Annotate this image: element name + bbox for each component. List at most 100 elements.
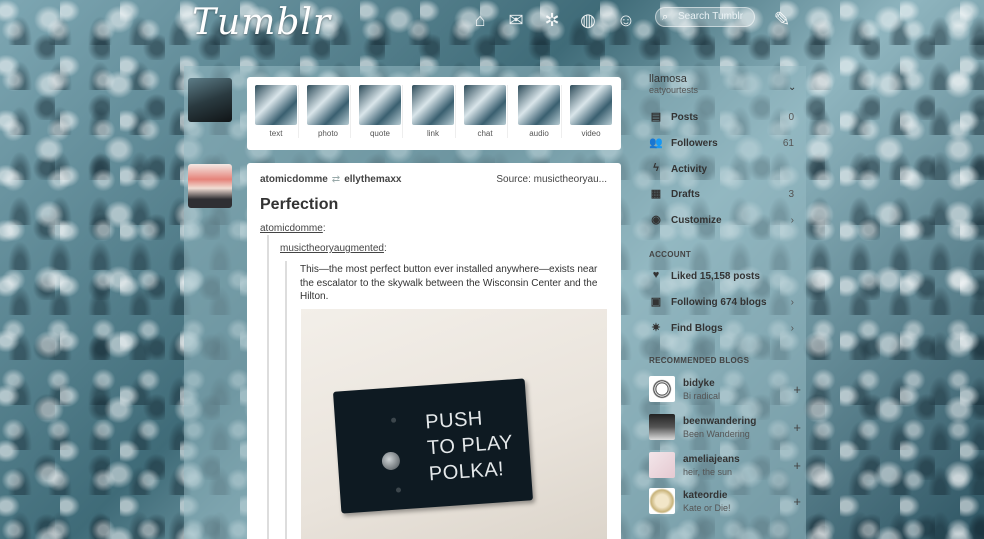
blog-name: kateordie bbox=[683, 490, 728, 501]
search-placeholder: Search Tumblr bbox=[678, 11, 744, 22]
post-card: atomicdomme ⇄ ellythemaxx Source: musicthe… bbox=[247, 163, 621, 539]
sidebar-item-activity[interactable]: ϟ Activity bbox=[640, 162, 800, 182]
quote-author-2: musictheoryaugmented: bbox=[280, 243, 387, 254]
compose-icon[interactable]: ✎ bbox=[772, 10, 792, 30]
sidebar-item-label: Posts bbox=[671, 112, 699, 123]
blog-tagline: Bi radical bbox=[683, 391, 721, 401]
post-type-label: text bbox=[269, 129, 283, 138]
quote-author-link[interactable]: atomicdomme bbox=[260, 223, 323, 234]
tumblr-logo[interactable]: Tumblr bbox=[192, 2, 331, 43]
heart-icon: ♥ bbox=[652, 269, 660, 281]
post-source-link[interactable]: Source: musictheoryau... bbox=[496, 174, 607, 185]
sidebar-item-count: 3 bbox=[788, 189, 794, 200]
sidebar-item-find-blogs[interactable]: ✷ Find Blogs › bbox=[640, 321, 800, 341]
sidebar-item-label: Customize bbox=[671, 215, 722, 226]
chevron-down-icon[interactable]: ⌄ bbox=[788, 82, 796, 93]
posts-icon: ▤ bbox=[650, 111, 662, 123]
blog-avatar bbox=[649, 414, 675, 440]
post-type-quote[interactable]: quote bbox=[358, 85, 403, 138]
blog-tagline: heir, the sun bbox=[683, 467, 733, 477]
find-blogs-icon: ✷ bbox=[651, 322, 661, 334]
sidebar-item-followers[interactable]: 👥 Followers 61 bbox=[640, 136, 800, 156]
quote-author: atomicdomme: bbox=[260, 223, 326, 234]
sidebar-item-customize[interactable]: ◉ Customize › bbox=[640, 213, 800, 233]
follow-plus-icon[interactable]: + bbox=[793, 458, 801, 473]
quote-type-icon bbox=[359, 85, 401, 125]
post-type-label: audio bbox=[529, 129, 549, 138]
sidebar-item-count: 61 bbox=[782, 138, 794, 149]
followers-icon: 👥 bbox=[649, 137, 663, 149]
blog-tagline: Kate or Die! bbox=[683, 503, 731, 513]
sidebar-item-label: Followers bbox=[671, 138, 718, 149]
polka-button-plate: PUSH TO PLAY POLKA! bbox=[332, 378, 534, 514]
activity-nav-icon[interactable]: ◍ bbox=[578, 10, 598, 30]
post-photo[interactable]: PUSH TO PLAY POLKA! bbox=[301, 309, 607, 539]
sidebar-item-label: Liked 15,158 posts bbox=[671, 271, 760, 282]
blog-avatar bbox=[649, 488, 675, 514]
plate-line-3: POLKA! bbox=[428, 458, 505, 486]
sidebar-item-label: Activity bbox=[671, 164, 708, 175]
post-author-link[interactable]: atomicdomme bbox=[260, 174, 328, 185]
follow-plus-icon[interactable]: + bbox=[793, 494, 801, 509]
audio-type-icon bbox=[518, 85, 560, 125]
sidebar-item-drafts[interactable]: ▦ Drafts 3 bbox=[640, 187, 800, 207]
user-avatar[interactable] bbox=[188, 78, 232, 122]
post-title: Perfection bbox=[260, 196, 339, 213]
chevron-right-icon: › bbox=[790, 215, 794, 226]
recommended-blog[interactable]: beenwandering Been Wandering + bbox=[649, 414, 801, 444]
inbox-icon[interactable]: ✉ bbox=[506, 10, 526, 30]
customize-icon: ◉ bbox=[651, 214, 661, 226]
account-subtitle: eatyourtests bbox=[649, 85, 699, 95]
link-type-icon bbox=[412, 85, 454, 125]
reblogged-from-link[interactable]: ellythemaxx bbox=[344, 174, 401, 185]
post-type-text[interactable]: text bbox=[254, 85, 299, 138]
quote-text: This—the most perfect button ever instal… bbox=[300, 264, 598, 302]
top-navigation-bar: Tumblr ⌂ ✉ ✲ ◍ ☺ ⌕ Search Tumblr ✎ bbox=[0, 0, 984, 44]
sidebar-item-count: 0 bbox=[788, 112, 794, 123]
explore-icon[interactable]: ✲ bbox=[542, 10, 562, 30]
search-input[interactable]: ⌕ Search Tumblr bbox=[655, 7, 755, 27]
account-header[interactable]: llamosa eatyourtests bbox=[649, 73, 698, 95]
screw-top bbox=[390, 417, 397, 423]
post-type-label: link bbox=[426, 129, 439, 138]
sidebar-item-label: Drafts bbox=[671, 189, 700, 200]
recommended-blog[interactable]: ameliajeans heir, the sun + bbox=[649, 452, 801, 482]
blog-avatar bbox=[649, 452, 675, 478]
blog-avatar bbox=[649, 376, 675, 402]
photo-type-icon bbox=[307, 85, 349, 125]
quote-author-2-link[interactable]: musictheoryaugmented bbox=[280, 243, 384, 254]
plate-text: PUSH TO PLAY POLKA! bbox=[424, 403, 515, 487]
follow-plus-icon[interactable]: + bbox=[793, 382, 801, 397]
blog-name: beenwandering bbox=[683, 416, 757, 427]
post-type-video[interactable]: video bbox=[569, 85, 613, 138]
chevron-right-icon: › bbox=[790, 323, 794, 334]
recommended-blog[interactable]: bidyke Bi radical + bbox=[649, 376, 801, 406]
account-name: llamosa bbox=[649, 73, 687, 85]
recommended-section-header: RECOMMENDED BLOGS bbox=[649, 356, 750, 365]
screw-bottom bbox=[395, 487, 402, 493]
post-author-avatar[interactable] bbox=[188, 164, 232, 208]
sidebar-item-liked[interactable]: ♥ Liked 15,158 posts bbox=[640, 269, 800, 289]
video-type-icon bbox=[570, 85, 612, 125]
post-header: atomicdomme ⇄ ellythemaxx bbox=[260, 174, 401, 185]
post-type-label: quote bbox=[369, 129, 391, 138]
account-icon[interactable]: ☺ bbox=[616, 10, 636, 30]
post-type-photo[interactable]: photo bbox=[306, 85, 351, 138]
post-type-link[interactable]: link bbox=[411, 85, 456, 138]
sidebar-item-label: Find Blogs bbox=[671, 323, 723, 334]
post-type-chat[interactable]: chat bbox=[463, 85, 508, 138]
text-type-icon bbox=[255, 85, 297, 125]
sidebar-item-label: Following 674 blogs bbox=[671, 297, 767, 308]
recommended-blog[interactable]: kateordie Kate or Die! + bbox=[649, 488, 801, 518]
home-icon[interactable]: ⌂ bbox=[470, 10, 490, 30]
sidebar-item-posts[interactable]: ▤ Posts 0 bbox=[640, 110, 800, 130]
chat-type-icon bbox=[464, 85, 506, 125]
search-icon: ⌕ bbox=[662, 11, 669, 23]
post-type-bar: text photo quote link chat audio video bbox=[247, 77, 621, 150]
blog-tagline: Been Wandering bbox=[683, 429, 750, 439]
post-type-audio[interactable]: audio bbox=[517, 85, 562, 138]
account-section-header: ACCOUNT bbox=[649, 250, 692, 259]
sidebar-item-following[interactable]: ▣ Following 674 blogs › bbox=[640, 295, 800, 315]
activity-icon: ϟ bbox=[653, 162, 659, 174]
follow-plus-icon[interactable]: + bbox=[793, 420, 801, 435]
